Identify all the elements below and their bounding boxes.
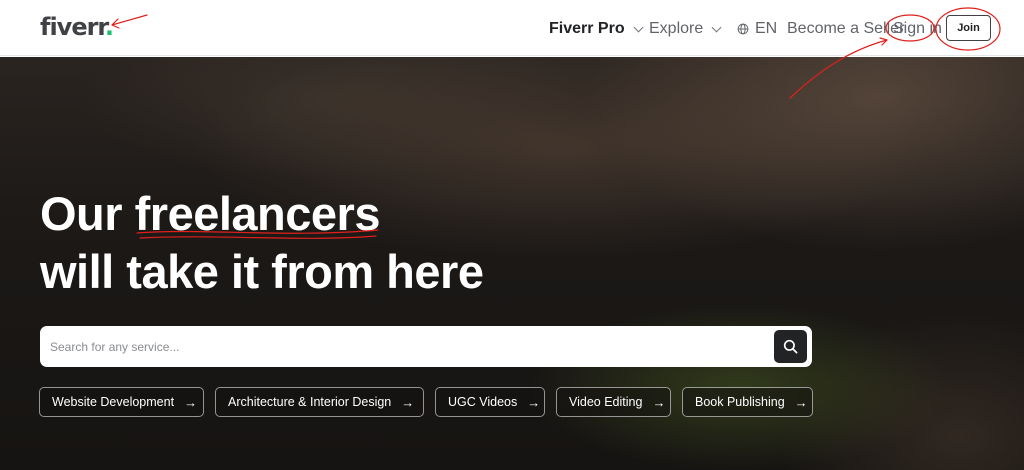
chip-website-development[interactable]: Website Development → [39,387,204,417]
nav-become-seller[interactable]: Become a Seller [787,20,904,38]
chip-video-editing[interactable]: Video Editing → [556,387,671,417]
chip-label: UGC Videos [448,395,518,409]
chip-architecture-interior-design[interactable]: Architecture & Interior Design → [215,387,424,417]
chevron-down-icon [633,22,644,32]
globe-icon [737,23,749,35]
arrow-right-icon: → [184,394,198,410]
chip-label: Website Development [52,395,175,409]
headline-freelancers: freelancers [134,187,381,240]
nav-become-seller-label: Become a Seller [787,20,905,37]
search-input[interactable] [50,334,750,359]
search-icon [783,339,798,354]
nav-explore[interactable]: Explore [649,20,722,38]
chip-label: Architecture & Interior Design [228,395,392,409]
join-button[interactable]: Join [946,15,991,41]
nav-fiverr-pro-label: Fiverr Pro [549,20,625,37]
search-button[interactable] [774,330,807,363]
nav-explore-label: Explore [649,20,704,37]
search-bar [40,326,812,367]
top-header: fiverr. Fiverr Pro Explore EN Become a S… [0,0,1024,56]
fiverr-logo[interactable]: fiverr. [40,13,114,41]
chip-label: Book Publishing [695,395,785,409]
arrow-right-icon: → [794,394,808,410]
headline-line-1: Our freelancers [40,185,483,243]
nav-sign-in[interactable]: Sign in [893,20,942,38]
chevron-down-icon [711,22,722,32]
arrow-right-icon: → [652,394,666,410]
arrow-right-icon: → [527,394,541,410]
logo-dot: . [104,13,114,41]
nav-language-label: EN [755,20,778,37]
headline-line-2: will take it from here [40,245,484,298]
hero-section: Our freelancers will take it from here W… [0,57,1024,470]
nav-language[interactable]: EN [737,20,777,38]
logo-text: fiverr [40,13,106,41]
chip-book-publishing[interactable]: Book Publishing → [682,387,813,417]
headline-our: Our [40,187,135,240]
hero-headline: Our freelancers will take it from here [40,185,484,301]
arrow-right-icon: → [401,394,415,410]
nav-fiverr-pro[interactable]: Fiverr Pro [549,20,644,38]
chip-ugc-videos[interactable]: UGC Videos → [435,387,545,417]
nav-sign-in-label: Sign in [893,20,942,37]
chip-label: Video Editing [569,395,643,409]
